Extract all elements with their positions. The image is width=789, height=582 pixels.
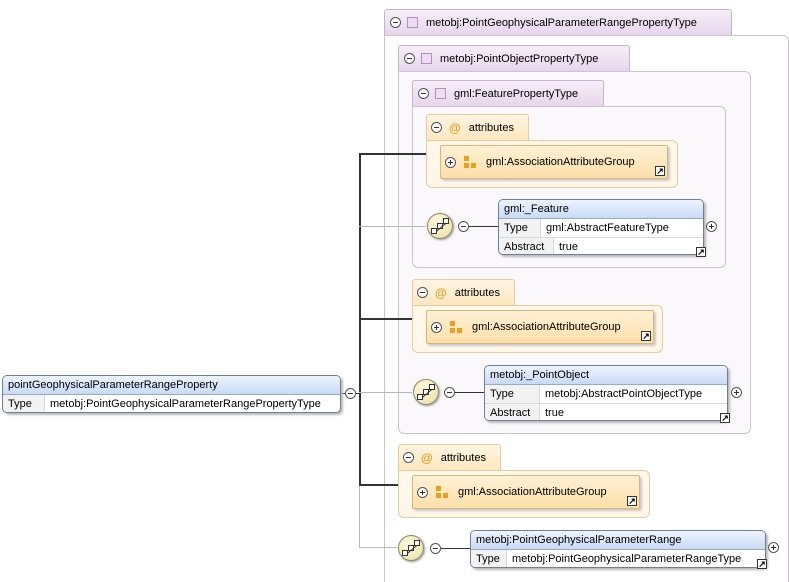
connector-line xyxy=(468,226,498,227)
attribute-group[interactable]: gml:AssociationAttributeGroup xyxy=(440,145,668,179)
attributes-label: attributes xyxy=(468,121,514,134)
attributes-label: attributes xyxy=(454,286,500,299)
connector-line xyxy=(359,486,360,548)
attribute-group[interactable]: gml:AssociationAttributeGroup xyxy=(426,310,654,344)
range-element-box[interactable]: metobj:PointGeophysicalParameterRange Ty… xyxy=(470,530,766,568)
connector-line xyxy=(359,392,412,393)
connector-line xyxy=(359,153,426,155)
go-to-definition-icon[interactable]: ↗ xyxy=(627,496,637,506)
outer-type-name: metobj:PointGeophysicalParameterRangePro… xyxy=(426,16,697,29)
collapse-icon[interactable] xyxy=(345,388,356,399)
type-key: Type xyxy=(3,395,45,412)
collapse-icon[interactable] xyxy=(390,17,401,28)
collapse-icon[interactable] xyxy=(458,221,469,232)
root-element-name: pointGeophysicalParameterRangeProperty xyxy=(3,376,340,395)
type-value: gml:AbstractFeatureType xyxy=(546,222,669,234)
attribute-group-name: gml:AssociationAttributeGroup xyxy=(472,321,621,333)
attribute-group[interactable]: gml:AssociationAttributeGroup xyxy=(412,475,640,509)
attributes-tab[interactable]: @ attributes xyxy=(412,279,515,305)
attributes-tab[interactable]: @ attributes xyxy=(426,114,529,140)
root-element-box[interactable]: pointGeophysicalParameterRangeProperty T… xyxy=(2,375,341,413)
go-to-definition-icon[interactable]: ↗ xyxy=(720,413,730,423)
expand-icon[interactable] xyxy=(731,387,742,398)
complex-type-icon xyxy=(407,17,418,28)
attribute-group-name: gml:AssociationAttributeGroup xyxy=(486,156,635,168)
type-value: metobj:AbstractPointObjectType xyxy=(545,388,703,400)
collapse-icon[interactable] xyxy=(417,287,428,298)
connector-line xyxy=(359,547,397,548)
attribute-at-icon: @ xyxy=(421,450,433,465)
feature-element-box[interactable]: gml:_Feature Type gml:AbstractFeatureType… xyxy=(498,199,704,255)
abstract-key: Abstract xyxy=(485,404,540,420)
attribute-group-icon xyxy=(464,156,478,168)
sequence-compositor-icon[interactable] xyxy=(398,535,424,561)
expand-icon[interactable] xyxy=(445,156,456,168)
connector-line xyxy=(359,226,426,227)
go-to-definition-icon[interactable]: ↗ xyxy=(655,166,665,176)
connector-line xyxy=(455,392,484,393)
collapse-icon[interactable] xyxy=(430,543,441,554)
feature-element-name: gml:_Feature xyxy=(499,200,703,219)
complex-type-icon xyxy=(421,53,432,64)
collapse-icon[interactable] xyxy=(444,387,455,398)
expand-icon[interactable] xyxy=(768,542,779,553)
abstract-key: Abstract xyxy=(499,238,554,254)
complex-type-icon xyxy=(435,88,446,99)
connector-line xyxy=(359,318,412,320)
attribute-group-name: gml:AssociationAttributeGroup xyxy=(458,486,607,498)
point-object-element-name: metobj:_PointObject xyxy=(485,366,727,385)
type-value: metobj:PointGeophysicalParameterRangeTyp… xyxy=(512,553,742,565)
point-object-element-box[interactable]: metobj:_PointObject Type metobj:AbstractP… xyxy=(484,365,728,421)
connector-line xyxy=(359,484,398,486)
collapse-icon[interactable] xyxy=(431,122,442,133)
abstract-value: true xyxy=(545,407,564,419)
range-element-name: metobj:PointGeophysicalParameterRange xyxy=(471,531,765,550)
abstract-value: true xyxy=(559,241,578,253)
expand-icon[interactable] xyxy=(431,321,442,333)
attributes-label: attributes xyxy=(440,451,486,464)
type-key: Type xyxy=(499,219,541,237)
attribute-at-icon: @ xyxy=(435,285,447,300)
sequence-compositor-icon[interactable] xyxy=(427,213,453,239)
type-key: Type xyxy=(485,385,540,403)
go-to-definition-icon[interactable]: ↗ xyxy=(757,559,767,569)
feature-type-name: gml:FeaturePropertyType xyxy=(454,87,579,100)
connector-line xyxy=(440,548,470,549)
attributes-tab[interactable]: @ attributes xyxy=(398,444,501,470)
type-value: metobj:PointGeophysicalParameterRangePro… xyxy=(50,398,321,410)
go-to-definition-icon[interactable]: ↗ xyxy=(696,247,706,257)
attribute-group-icon xyxy=(436,486,450,498)
go-to-definition-icon[interactable]: ↗ xyxy=(641,331,651,341)
sequence-compositor-icon[interactable] xyxy=(413,379,439,405)
point-object-type-tab[interactable]: metobj:PointObjectPropertyType xyxy=(398,45,630,71)
point-object-type-name: metobj:PointObjectPropertyType xyxy=(440,52,599,65)
attribute-group-icon xyxy=(450,321,464,333)
collapse-icon[interactable] xyxy=(404,53,415,64)
collapse-icon[interactable] xyxy=(418,88,429,99)
outer-type-tab[interactable]: metobj:PointGeophysicalParameterRangePro… xyxy=(384,9,732,35)
collapse-icon[interactable] xyxy=(403,452,414,463)
feature-type-tab[interactable]: gml:FeaturePropertyType xyxy=(412,80,604,106)
expand-icon[interactable] xyxy=(417,486,428,498)
attribute-at-icon: @ xyxy=(449,120,461,135)
expand-icon[interactable] xyxy=(706,221,717,232)
type-key: Type xyxy=(471,550,507,567)
